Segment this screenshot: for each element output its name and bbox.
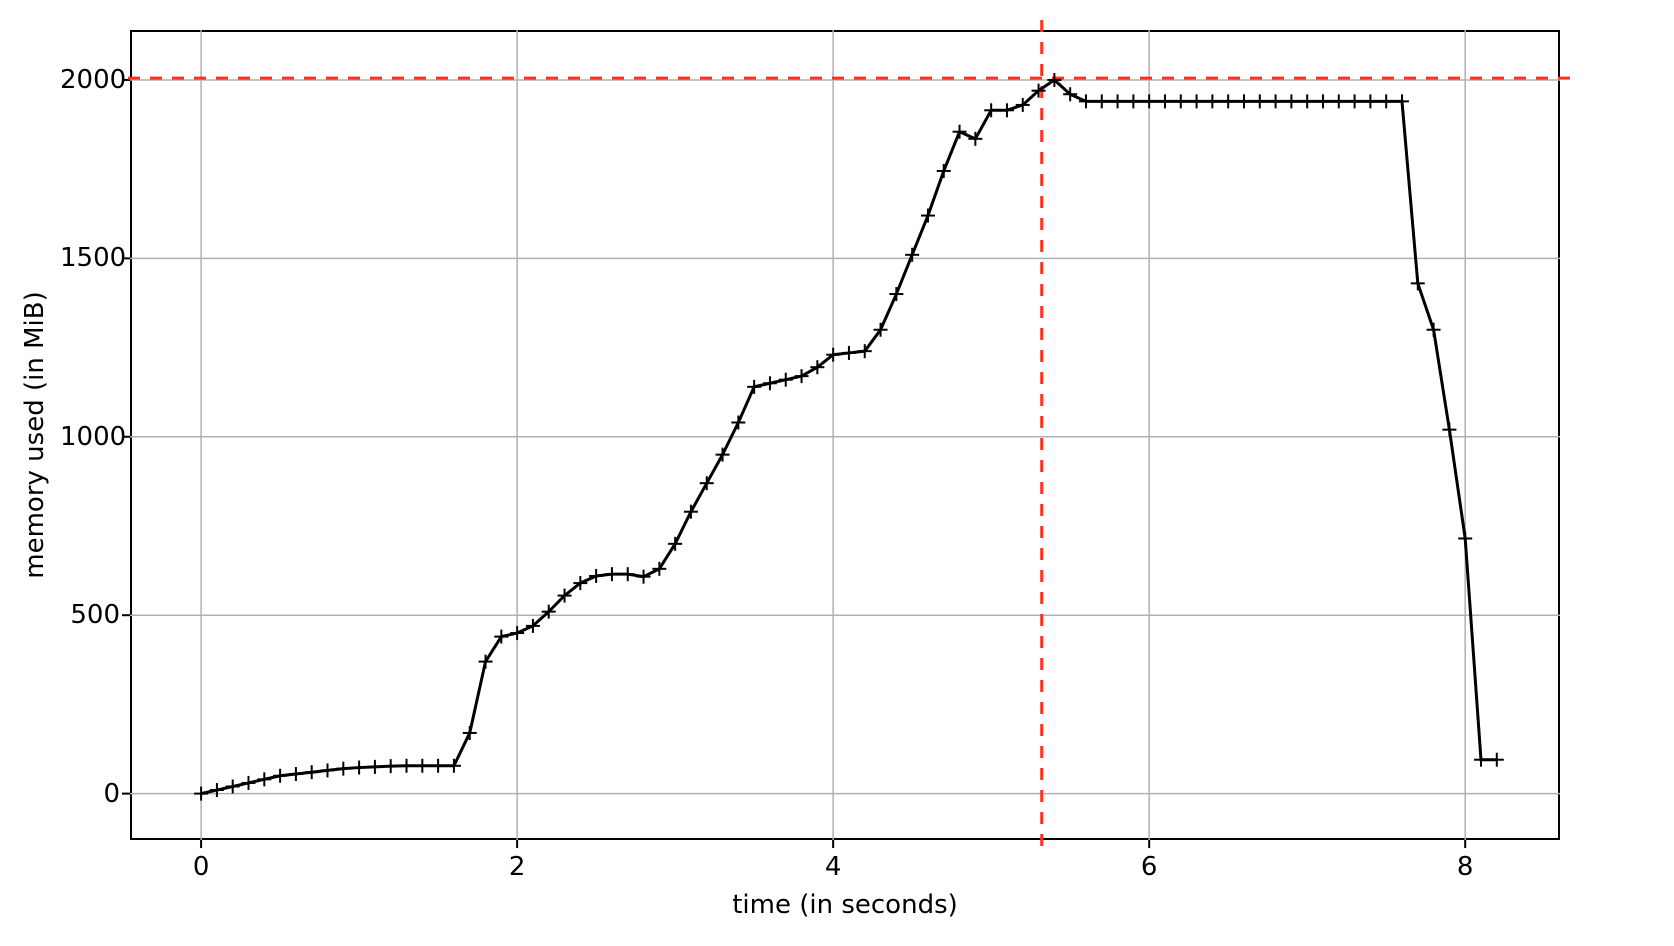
data-marker bbox=[1300, 94, 1314, 108]
y-tick-label: 1500 bbox=[60, 243, 120, 273]
data-marker bbox=[953, 125, 967, 139]
data-marker bbox=[1316, 94, 1330, 108]
data-marker bbox=[589, 569, 603, 583]
data-marker bbox=[1458, 531, 1472, 545]
data-marker bbox=[905, 248, 919, 262]
data-marker bbox=[1490, 753, 1504, 767]
x-tick-label: 8 bbox=[1457, 852, 1474, 882]
data-marker bbox=[968, 132, 982, 146]
data-marker bbox=[1174, 94, 1188, 108]
data-marker bbox=[1079, 94, 1093, 108]
data-marker bbox=[368, 760, 382, 774]
data-marker bbox=[1379, 94, 1393, 108]
data-marker bbox=[684, 505, 698, 519]
data-marker bbox=[1427, 323, 1441, 337]
y-tick-label: 1000 bbox=[60, 422, 120, 452]
chart-plot-area bbox=[0, 0, 1674, 946]
data-marker bbox=[1111, 94, 1125, 108]
data-marker bbox=[652, 562, 666, 576]
data-marker bbox=[210, 783, 224, 797]
data-marker bbox=[842, 346, 856, 360]
x-tick-label: 0 bbox=[193, 852, 210, 882]
data-marker bbox=[463, 726, 477, 740]
x-tick-label: 2 bbox=[509, 852, 526, 882]
data-marker bbox=[289, 767, 303, 781]
figure: 024680500100015002000 time (in seconds) … bbox=[0, 0, 1674, 946]
data-marker bbox=[637, 570, 651, 584]
data-marker bbox=[889, 287, 903, 301]
data-marker bbox=[352, 761, 366, 775]
x-axis-label: time (in seconds) bbox=[732, 890, 958, 920]
data-marker bbox=[257, 772, 271, 786]
data-marker bbox=[415, 759, 429, 773]
data-marker bbox=[1474, 753, 1488, 767]
data-marker bbox=[795, 369, 809, 383]
data-marker bbox=[731, 416, 745, 430]
data-marker bbox=[273, 769, 287, 783]
data-marker bbox=[1332, 94, 1346, 108]
data-marker bbox=[779, 373, 793, 387]
data-marker bbox=[1411, 276, 1425, 290]
y-axis-label: memory used (in MiB) bbox=[20, 291, 50, 578]
y-tick-label: 500 bbox=[60, 600, 120, 630]
data-marker bbox=[242, 776, 256, 790]
data-marker bbox=[605, 567, 619, 581]
data-marker bbox=[400, 759, 414, 773]
data-marker bbox=[1190, 94, 1204, 108]
data-marker bbox=[1205, 94, 1219, 108]
data-marker bbox=[431, 759, 445, 773]
data-marker bbox=[1363, 94, 1377, 108]
data-marker bbox=[447, 759, 461, 773]
data-marker bbox=[1348, 94, 1362, 108]
data-marker bbox=[921, 209, 935, 223]
x-tick-label: 4 bbox=[825, 852, 842, 882]
data-marker bbox=[1095, 94, 1109, 108]
data-marker bbox=[1284, 94, 1298, 108]
data-marker bbox=[1142, 94, 1156, 108]
y-tick-label: 2000 bbox=[60, 65, 120, 95]
data-marker bbox=[984, 103, 998, 117]
data-marker bbox=[716, 448, 730, 462]
data-marker bbox=[384, 759, 398, 773]
y-tick-label: 0 bbox=[60, 779, 120, 809]
data-marker bbox=[194, 787, 208, 801]
data-marker bbox=[1442, 423, 1456, 437]
data-marker bbox=[321, 763, 335, 777]
data-marker bbox=[621, 567, 635, 581]
x-tick-label: 6 bbox=[1141, 852, 1158, 882]
data-marker bbox=[937, 164, 951, 178]
data-marker bbox=[1395, 94, 1409, 108]
data-marker bbox=[1237, 94, 1251, 108]
data-marker bbox=[1269, 94, 1283, 108]
data-marker bbox=[494, 630, 508, 644]
data-marker bbox=[763, 376, 777, 390]
data-marker bbox=[1158, 94, 1172, 108]
data-marker bbox=[510, 626, 524, 640]
data-marker bbox=[226, 779, 240, 793]
data-marker bbox=[668, 537, 682, 551]
data-marker bbox=[336, 762, 350, 776]
data-marker bbox=[1126, 94, 1140, 108]
data-marker bbox=[1221, 94, 1235, 108]
data-marker bbox=[747, 380, 761, 394]
data-marker bbox=[700, 476, 714, 490]
data-marker bbox=[1253, 94, 1267, 108]
data-marker bbox=[305, 765, 319, 779]
data-marker bbox=[479, 655, 493, 669]
data-marker bbox=[1000, 103, 1014, 117]
